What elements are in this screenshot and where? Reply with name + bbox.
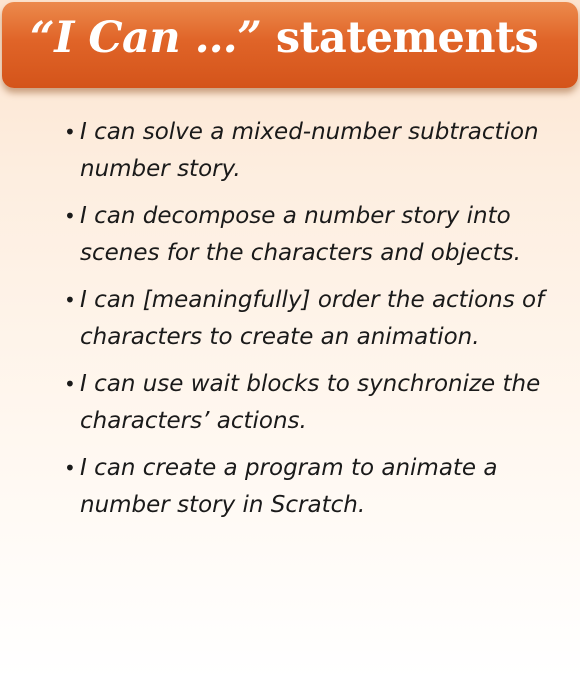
statement-text: I can decompose a number story into scen… xyxy=(80,203,521,266)
statement-item: • I can decompose a number story into sc… xyxy=(64,198,564,272)
statement-list: • I can solve a mixed-number subtraction… xyxy=(64,114,564,534)
bullet-icon: • xyxy=(64,204,76,228)
statement-item: • I can [meaningfully] order the actions… xyxy=(64,282,564,356)
slide: “I Can …” statements • I can solve a mix… xyxy=(0,0,580,679)
title-quote: “I Can …” xyxy=(30,13,262,63)
slide-title: “I Can …” statements xyxy=(30,10,539,66)
statement-item: • I can solve a mixed-number subtraction… xyxy=(64,114,564,188)
statement-text: I can [meaningfully] order the actions o… xyxy=(80,287,545,350)
statement-item: • I can create a program to animate a nu… xyxy=(64,450,564,524)
title-rest: statements xyxy=(261,13,539,63)
statement-item: • I can use wait blocks to synchronize t… xyxy=(64,366,564,440)
statement-text: I can use wait blocks to synchronize the… xyxy=(80,371,541,434)
bullet-icon: • xyxy=(64,456,76,480)
title-banner: “I Can …” statements xyxy=(2,2,578,88)
statement-text: I can create a program to animate a numb… xyxy=(80,455,498,518)
bullet-icon: • xyxy=(64,288,76,312)
bullet-icon: • xyxy=(64,372,76,396)
statement-text: I can solve a mixed-number subtraction n… xyxy=(80,119,539,182)
bullet-icon: • xyxy=(64,120,76,144)
